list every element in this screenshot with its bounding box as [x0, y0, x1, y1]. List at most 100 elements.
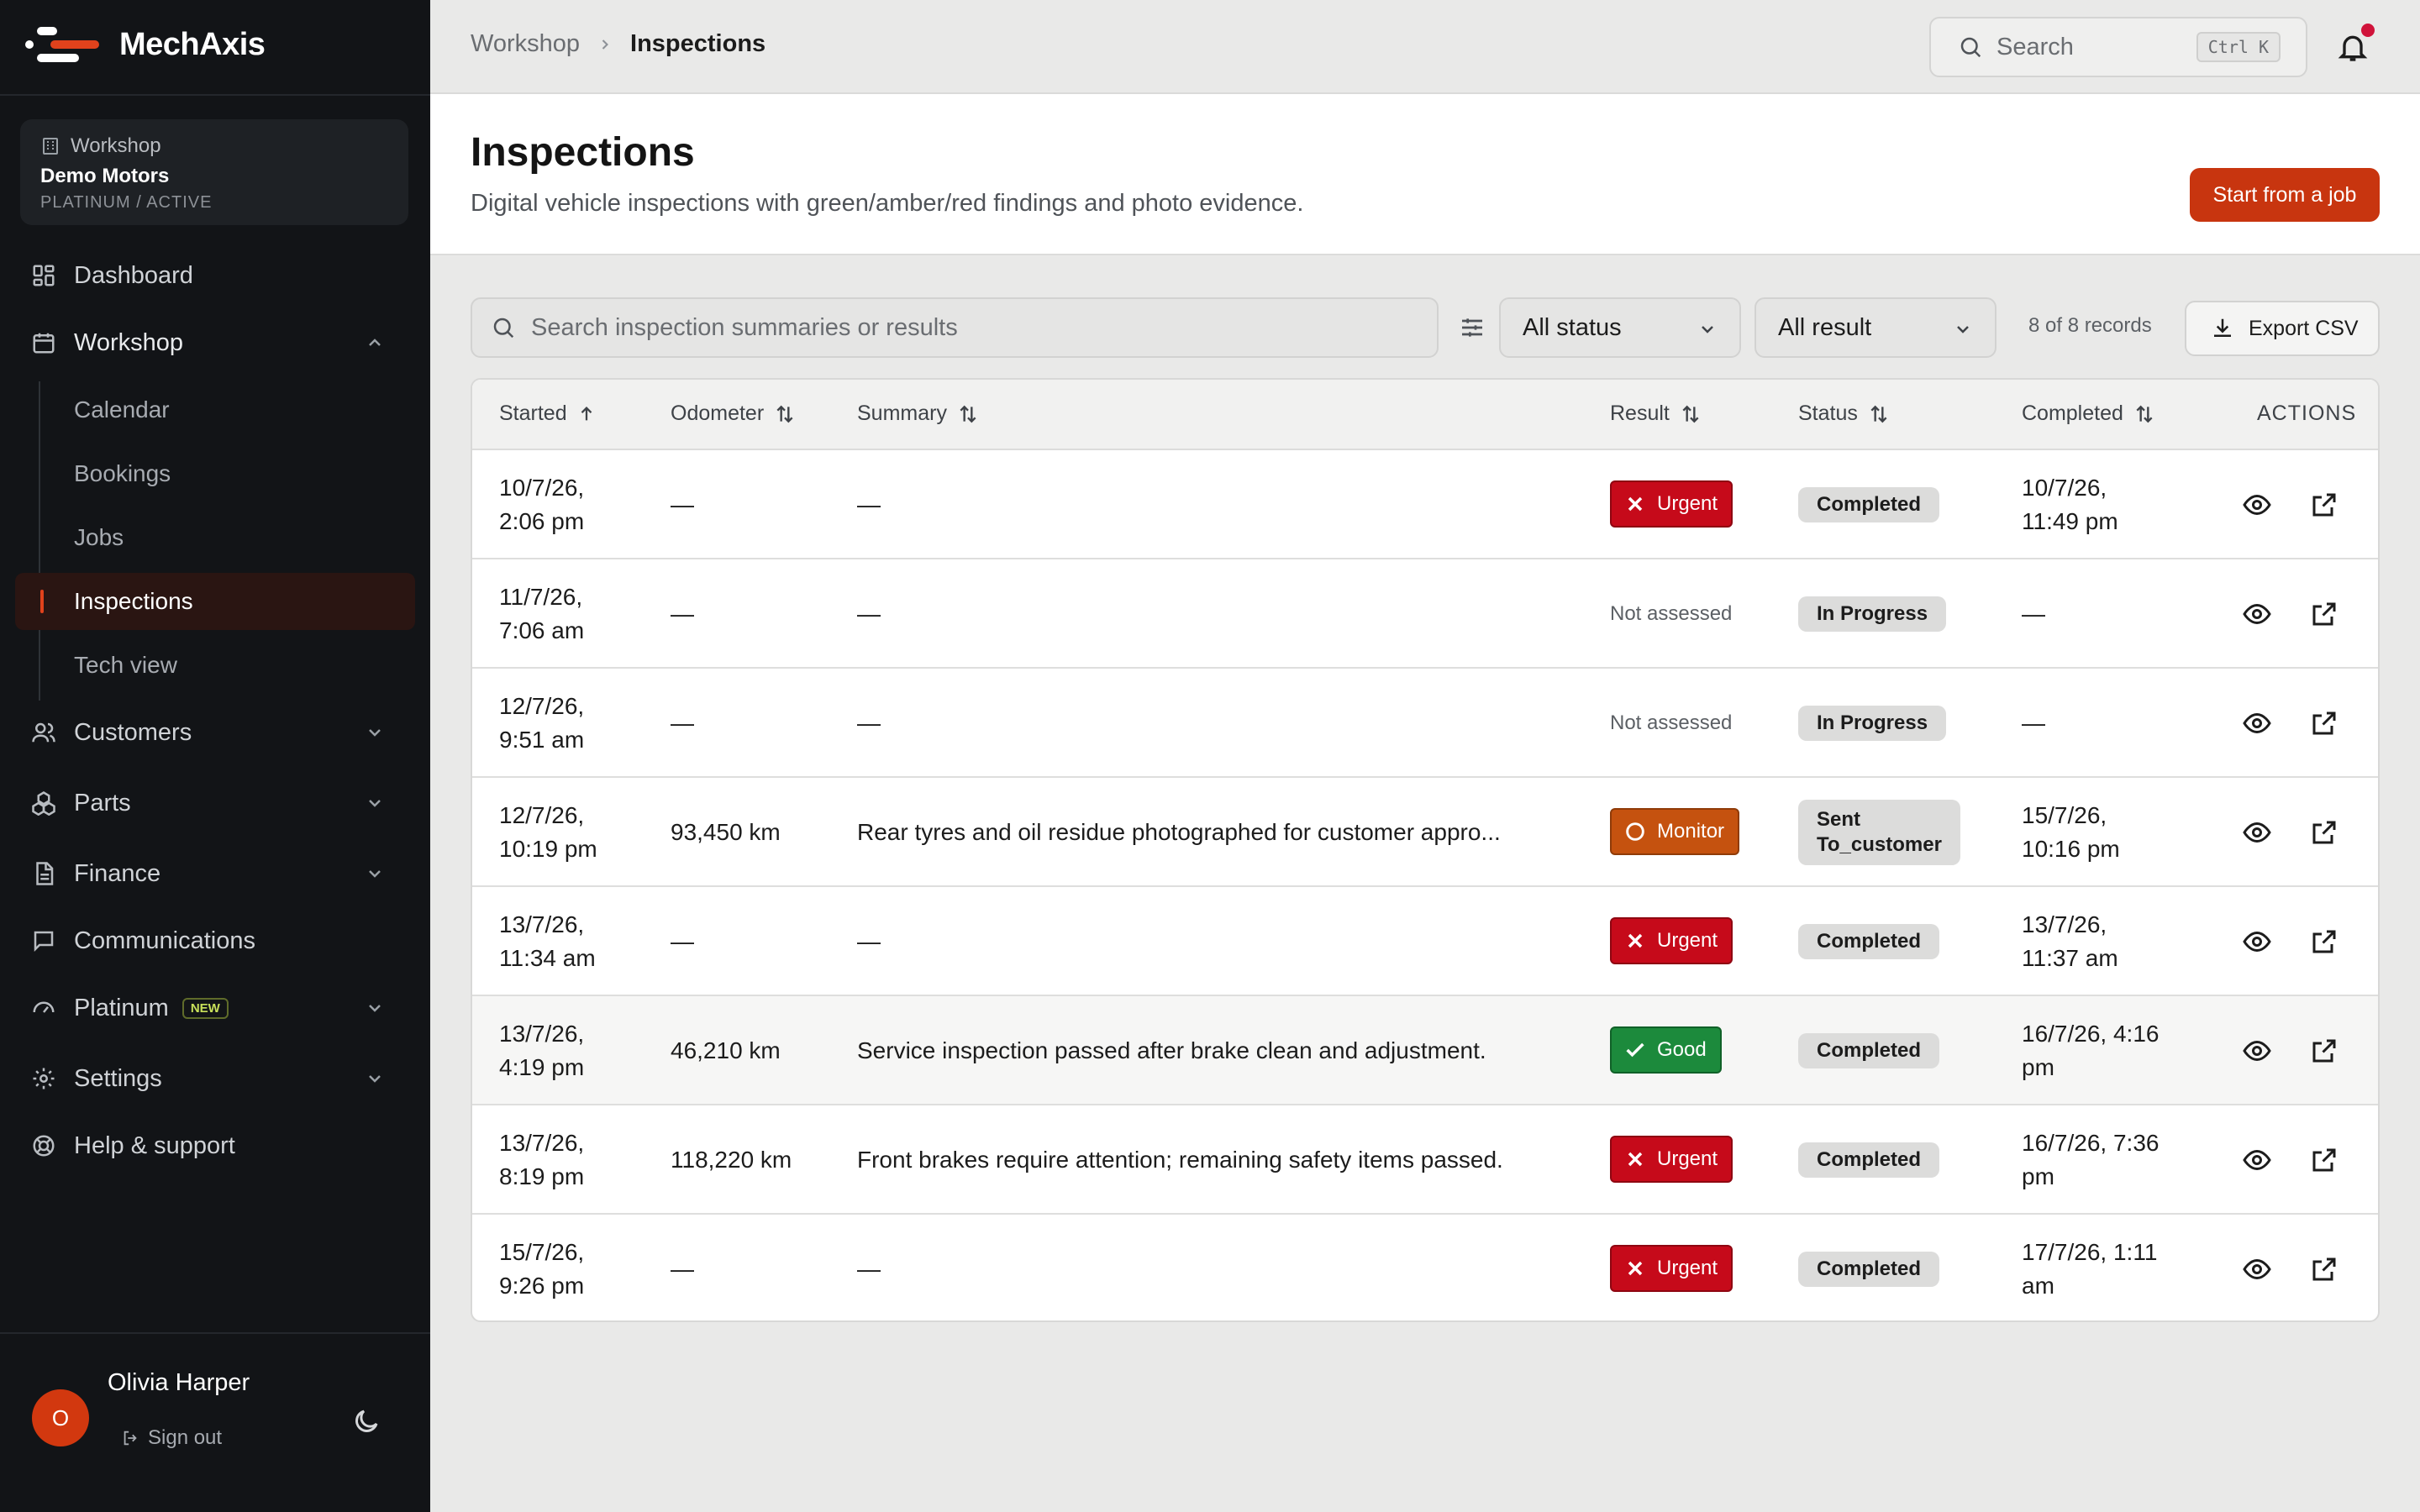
view-eye-icon[interactable]: [2242, 1254, 2272, 1284]
nav-jobs[interactable]: Jobs: [15, 509, 415, 566]
nav-platinum[interactable]: Platinum NEW: [15, 979, 415, 1037]
lifebuoy-icon: [30, 1132, 57, 1159]
nav-parts[interactable]: Parts: [15, 774, 415, 832]
odometer-cell: —: [671, 710, 694, 736]
page-header: Inspections Digital vehicle inspections …: [430, 94, 2420, 255]
global-search[interactable]: Search Ctrl K: [1929, 17, 2307, 77]
nav-calendar[interactable]: Calendar: [15, 381, 415, 438]
nav-calendar-label: Calendar: [74, 396, 170, 423]
started-cell-line: 11/7/26,: [499, 584, 583, 610]
col-completed[interactable]: Completed: [2022, 402, 2155, 426]
nav-customers[interactable]: Customers: [15, 704, 415, 761]
view-eye-icon[interactable]: [2242, 927, 2272, 957]
view-eye-icon[interactable]: [2242, 1036, 2272, 1066]
col-result[interactable]: Result: [1610, 402, 1702, 426]
completed-cell-line: 16/7/26, 4:16: [2022, 1021, 2160, 1047]
view-eye-icon[interactable]: [2242, 599, 2272, 629]
record-count: 8 of 8 records: [2028, 314, 2152, 337]
col-status[interactable]: Status: [1798, 402, 1890, 426]
nav-workshop[interactable]: Workshop: [15, 314, 415, 371]
sort-icon: [960, 405, 976, 423]
open-external-icon[interactable]: [2309, 927, 2339, 957]
status-badge-line: Completed: [1817, 1148, 1922, 1171]
col-odometer[interactable]: Odometer: [671, 402, 796, 426]
status-badge-line: Completed: [1817, 930, 1922, 953]
nav-inspections[interactable]: Inspections: [15, 573, 415, 630]
sidebar: MechAxis Workshop Demo Motors PLATINUM /…: [0, 0, 430, 1512]
nav-settings-label: Settings: [74, 1064, 162, 1092]
col-status-label: Status: [1798, 402, 1858, 425]
col-started[interactable]: Started: [499, 402, 596, 426]
nav-finance[interactable]: Finance: [15, 845, 415, 902]
summary-cell: Front brakes require attention; remainin…: [857, 1147, 1503, 1173]
avatar[interactable]: O: [32, 1389, 89, 1446]
open-external-icon[interactable]: [2309, 1254, 2339, 1284]
status-badge-line: Completed: [1817, 1257, 1922, 1280]
col-summary[interactable]: Summary: [857, 402, 979, 426]
result-not-assessed: Not assessed: [1610, 602, 1733, 625]
moon-icon[interactable]: [351, 1406, 381, 1436]
table-row[interactable]: 13/7/26, 11:34 am — — Urgent Completed 13/7/26…: [472, 887, 2378, 996]
check-icon: [1626, 1042, 1644, 1058]
workspace-switcher[interactable]: Workshop Demo Motors PLATINUM / ACTIVE: [20, 119, 408, 225]
table-row[interactable]: 11/7/26, 7:06 am — — Not assessed In Progress…: [472, 559, 2378, 669]
sort-icon: [1870, 405, 1887, 423]
breadcrumb-parent[interactable]: Workshop: [471, 30, 580, 58]
chevron-up-icon: [369, 339, 381, 346]
chevron-down-icon: [1702, 326, 1713, 333]
nav-dashboard[interactable]: Dashboard: [15, 247, 415, 304]
nav-bookings[interactable]: Bookings: [15, 445, 415, 502]
completed-cell: 17/7/26, 1:11 am: [2022, 1236, 2157, 1303]
completed-cell: —: [2022, 597, 2045, 631]
chevron-down-icon: [369, 870, 381, 878]
open-external-icon[interactable]: [2309, 708, 2339, 738]
status-badge: Sent To_customer: [1798, 800, 1960, 865]
nav-inspections-label: Inspections: [74, 588, 193, 614]
nav-help[interactable]: Help & support: [15, 1117, 415, 1174]
inspection-search-input[interactable]: Search inspection summaries or results: [471, 297, 1439, 358]
view-eye-icon[interactable]: [2242, 490, 2272, 520]
sign-out-link[interactable]: Sign out: [121, 1426, 222, 1450]
result-filter-select[interactable]: All result: [1754, 297, 1996, 358]
page-title: Inspections: [471, 130, 695, 175]
col-odometer-label: Odometer: [671, 402, 765, 425]
completed-cell-line: pm: [2022, 1054, 2054, 1080]
result-badge-urgent: Urgent: [1610, 480, 1733, 528]
open-external-icon[interactable]: [2309, 817, 2339, 848]
start-from-job-button[interactable]: Start from a job: [2190, 168, 2380, 222]
status-filter-select[interactable]: All status: [1499, 297, 1741, 358]
sort-icon: [2136, 405, 2153, 423]
open-external-icon[interactable]: [2309, 1145, 2339, 1175]
sliders-icon[interactable]: [1459, 314, 1486, 341]
workspace-name: Demo Motors: [40, 165, 170, 187]
table-row[interactable]: 12/7/26, 10:19 pm 93,450 km Rear tyres and …: [472, 778, 2378, 887]
topbar: Workshop Inspections Search Ctrl K: [430, 0, 2420, 94]
table-row[interactable]: 12/7/26, 9:51 am — — Not assessed In Progress…: [472, 669, 2378, 778]
table-row[interactable]: 13/7/26, 8:19 pm 118,220 km Front brakes re…: [472, 1105, 2378, 1215]
open-external-icon[interactable]: [2309, 599, 2339, 629]
search-icon: [1960, 37, 1981, 58]
table-row[interactable]: 13/7/26, 4:19 pm 46,210 km Service inspecti…: [472, 996, 2378, 1105]
open-external-icon[interactable]: [2309, 1036, 2339, 1066]
nav-communications[interactable]: Communications: [15, 912, 415, 969]
export-csv-button[interactable]: Export CSV: [2185, 301, 2380, 356]
started-cell-line: 15/7/26,: [499, 1239, 585, 1265]
started-cell-line: 4:19 pm: [499, 1054, 585, 1080]
result-label: Urgent: [1657, 1147, 1718, 1170]
summary-cell: Rear tyres and oil residue photographed …: [857, 819, 1501, 845]
sort-asc-icon: [581, 406, 592, 420]
nav-tech-view[interactable]: Tech view: [15, 637, 415, 694]
started-cell-line: 13/7/26,: [499, 1021, 585, 1047]
view-eye-icon[interactable]: [2242, 817, 2272, 848]
view-eye-icon[interactable]: [2242, 708, 2272, 738]
nav-settings[interactable]: Settings: [15, 1050, 415, 1107]
calendar-icon: [30, 329, 57, 356]
table-row[interactable]: 15/7/26, 9:26 pm — — Urgent Completed 17/7/26,…: [472, 1215, 2378, 1320]
result-not-assessed: Not assessed: [1610, 711, 1733, 734]
message-icon: [30, 927, 57, 954]
view-eye-icon[interactable]: [2242, 1145, 2272, 1175]
open-external-icon[interactable]: [2309, 490, 2339, 520]
result-badge-urgent: Urgent: [1610, 1245, 1733, 1292]
table-row[interactable]: 10/7/26, 2:06 pm — — Urgent Completed 10/7/26,…: [472, 450, 2378, 559]
app-logo[interactable]: MechAxis: [25, 22, 266, 67]
